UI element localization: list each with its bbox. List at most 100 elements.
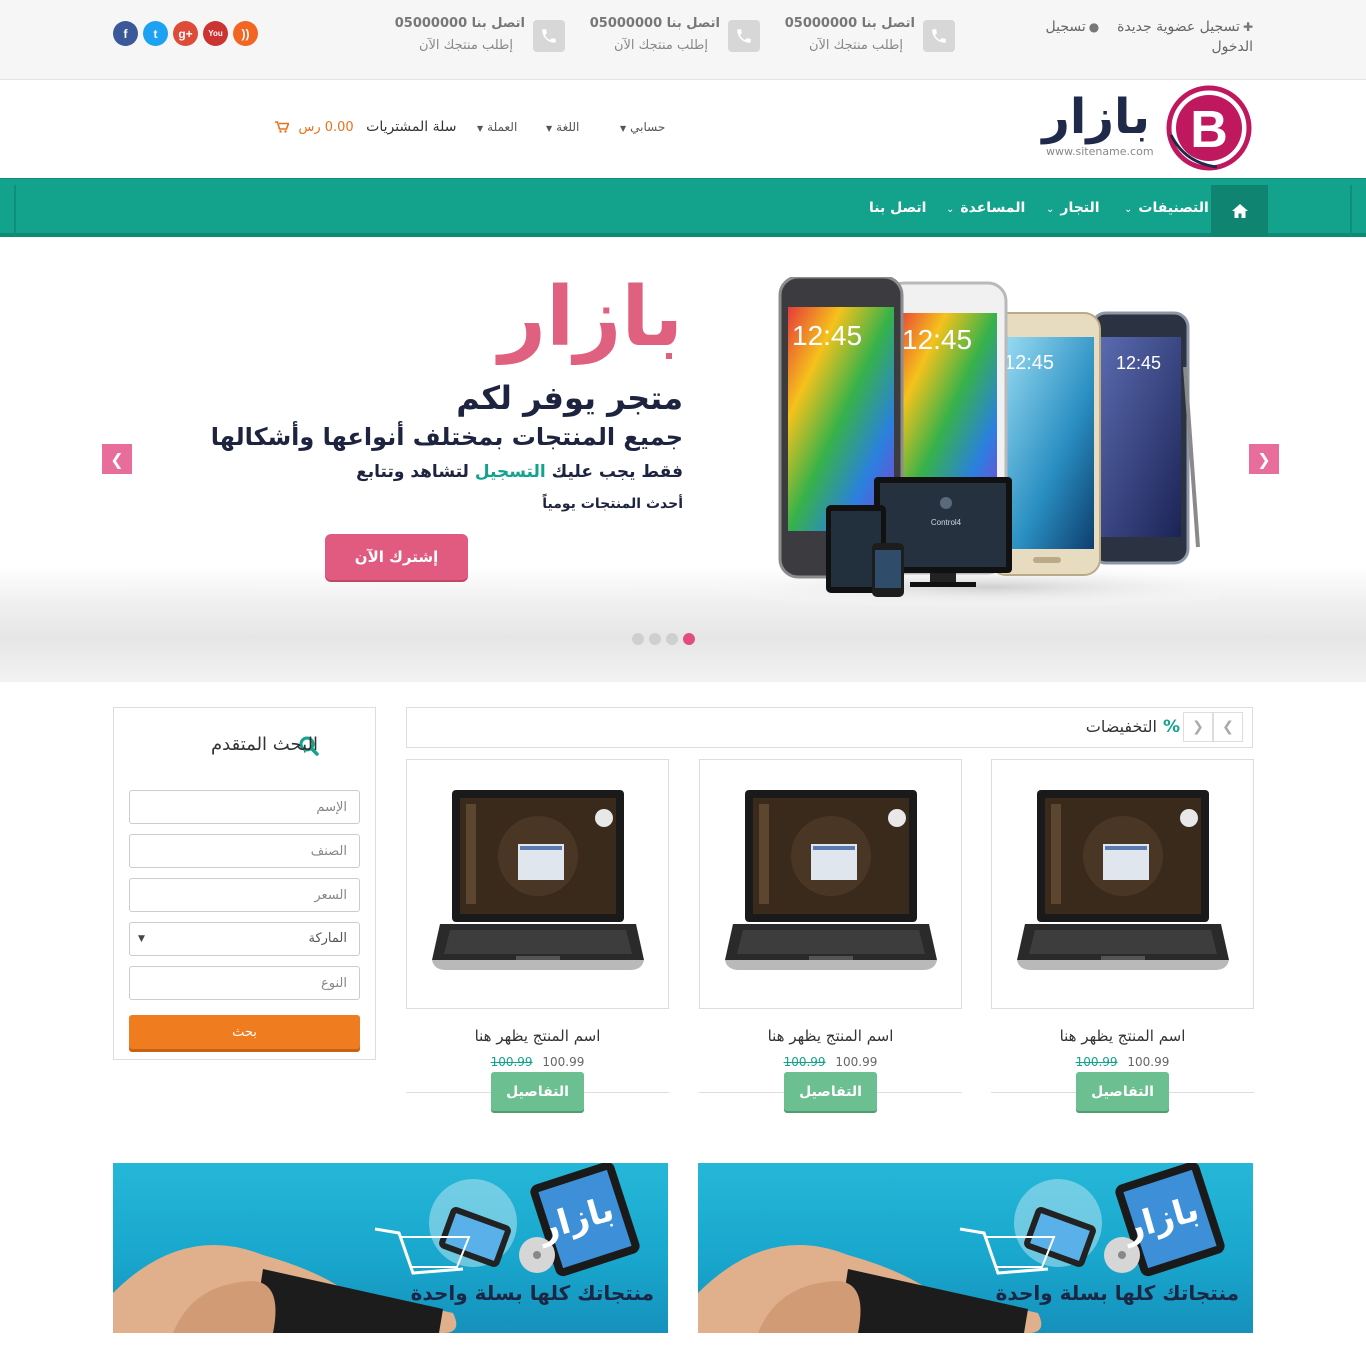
contact-block-2: اتصل بنا 05000000 إطلب منتجك الآن xyxy=(585,16,760,60)
product-price: 100.99 100.99 xyxy=(1075,1055,1170,1069)
name-field[interactable] xyxy=(129,790,360,824)
product-card: اسم المنتج يظهر هنا 100.99 100.99 التفاص… xyxy=(699,759,962,1111)
product-card: اسم المنتج يظهر هنا 100.99 100.99 التفاص… xyxy=(991,759,1254,1111)
devices-illustration: 12:45 12:45 12:45 12:45 Control4 xyxy=(700,277,1220,607)
slider-dot[interactable] xyxy=(683,633,695,645)
device-screen-time: 12:45 xyxy=(1004,352,1054,374)
slider-next-button[interactable]: ❯ xyxy=(1249,444,1279,474)
banner-illustration xyxy=(698,1163,1225,1333)
advanced-search-panel: البحث المتقدم الماركة ▼ بحث xyxy=(113,707,376,1060)
chevron-right-icon: ❯ xyxy=(1257,449,1271,469)
facebook-icon[interactable]: f xyxy=(113,21,138,46)
details-button[interactable]: التفاصيل xyxy=(491,1072,584,1111)
auth-links: ✚تسجيل عضوية جديدة ●تسجيل الدخول xyxy=(1013,17,1253,57)
chevron-right-icon: ❯ xyxy=(1192,719,1204,735)
banner-caption: منتجاتك كلها بسلة واحدة xyxy=(410,1281,654,1305)
logo-icon[interactable]: B xyxy=(1165,85,1253,171)
product-image[interactable] xyxy=(406,759,669,1009)
product-name[interactable]: اسم المنتج يظهر هنا xyxy=(699,1027,962,1045)
add-user-icon: ✚ xyxy=(1242,20,1253,34)
user-icon: ● xyxy=(1088,20,1100,34)
phone-icon xyxy=(728,20,760,52)
product-price: 100.99 100.99 xyxy=(490,1055,585,1069)
caret-down-icon: ▼ xyxy=(477,124,484,133)
type-field[interactable] xyxy=(129,966,360,1000)
product-card: اسم المنتج يظهر هنا 100.99 100.99 التفاص… xyxy=(406,759,669,1111)
product-name[interactable]: اسم المنتج يظهر هنا xyxy=(406,1027,669,1045)
slider-dot[interactable] xyxy=(666,633,678,645)
brand-select[interactable]: الماركة ▼ xyxy=(129,922,360,956)
product-old-price: 100.99 xyxy=(1075,1055,1118,1069)
promo-banner[interactable]: بازار منتجاتك كلها بسلة واحدة xyxy=(698,1163,1253,1333)
card-divider: التفاصيل xyxy=(699,1072,962,1111)
card-divider: التفاصيل xyxy=(991,1072,1254,1111)
home-icon xyxy=(1231,203,1248,218)
laptop-image xyxy=(432,790,644,970)
slider-prev-button[interactable]: ❮ xyxy=(102,444,132,474)
slide-headline: بازار xyxy=(498,270,683,365)
nav-item-categories[interactable]: التصنيفات⌄ xyxy=(1124,200,1209,216)
product-old-price: 100.99 xyxy=(783,1055,826,1069)
nav-home[interactable] xyxy=(1211,185,1268,236)
product-old-price: 100.99 xyxy=(490,1055,533,1069)
details-button[interactable]: التفاصيل xyxy=(784,1072,877,1111)
top-bar: ✚تسجيل عضوية جديدة ●تسجيل الدخول اتصل بن… xyxy=(0,0,1366,80)
cart-link[interactable]: سلة المشتريات 0.00 رس xyxy=(275,119,457,135)
currency-menu[interactable]: العملة▼ xyxy=(477,120,517,134)
percent-icon: % xyxy=(1162,717,1180,737)
carousel-prev-button[interactable]: ❮ xyxy=(1213,712,1243,742)
register-link[interactable]: ✚تسجيل عضوية جديدة xyxy=(1117,19,1253,35)
google-plus-icon[interactable]: g+ xyxy=(173,21,198,46)
subscribe-now-button[interactable]: إشترك الآن xyxy=(325,534,468,580)
twitter-icon[interactable]: t xyxy=(143,21,168,46)
contact-block-1: اتصل بنا 05000000 إطلب منتجك الآن xyxy=(780,16,955,60)
slide-line-2: جميع المنتجات بمختلف أنواعها وأشكالها xyxy=(210,423,683,451)
device-screen-time: 12:45 xyxy=(902,324,972,355)
search-button[interactable]: بحث xyxy=(129,1015,360,1049)
nav-item-help[interactable]: المساعدة⌄ xyxy=(946,200,1025,216)
chevron-left-icon: ❮ xyxy=(1222,719,1234,735)
site-header: B بازار www.sitename.com حسابي▼ اللغة▼ ا… xyxy=(0,81,1366,178)
laptop-image xyxy=(1017,790,1229,970)
banner-caption: منتجاتك كلها بسلة واحدة xyxy=(995,1281,1239,1305)
slide-line-4: أحدث المنتجات يومياً xyxy=(542,496,683,512)
category-field[interactable] xyxy=(129,834,360,868)
price-field[interactable] xyxy=(129,878,360,912)
carousel-next-button[interactable]: ❯ xyxy=(1183,712,1213,742)
caret-down-icon: ▼ xyxy=(138,934,145,944)
youtube-icon[interactable]: You xyxy=(203,21,228,46)
chevron-left-icon: ❮ xyxy=(110,449,124,469)
chevron-down-icon: ⌄ xyxy=(946,204,955,215)
device-screen-time: 12:45 xyxy=(1116,353,1161,373)
banner-illustration xyxy=(113,1163,640,1333)
social-links: f t g+ You)) xyxy=(113,21,258,46)
promo-banner[interactable]: بازار منتجاتك كلها بسلة واحدة xyxy=(113,1163,668,1333)
chevron-down-icon: ⌄ xyxy=(1046,204,1055,215)
slider-dot[interactable] xyxy=(649,633,661,645)
phone-icon xyxy=(923,20,955,52)
tv-brand-label: Control4 xyxy=(931,518,962,527)
account-menu[interactable]: حسابي▼ xyxy=(620,120,665,134)
contact-block-3: اتصل بنا 05000000 إطلب منتجك الآن xyxy=(390,16,565,60)
caret-down-icon: ▼ xyxy=(620,124,627,133)
details-button[interactable]: التفاصيل xyxy=(1076,1072,1169,1111)
svg-text:B: B xyxy=(1190,101,1228,159)
cart-icon xyxy=(275,119,290,135)
main-nav: التصنيفات⌄ التجار⌄ المساعدة⌄ اتصل بنا xyxy=(0,178,1366,238)
advanced-search-title: البحث المتقدم xyxy=(211,734,318,755)
rss-icon[interactable]: )) xyxy=(233,21,258,46)
section-title: التخفيضات xyxy=(1085,717,1157,736)
discounts-header: التخفيضات % ❮ ❯ xyxy=(406,707,1253,748)
product-image[interactable] xyxy=(699,759,962,1009)
slider-dots xyxy=(632,633,695,645)
laptop-image xyxy=(725,790,937,970)
device-screen-time: 12:45 xyxy=(792,320,862,351)
nav-item-contact[interactable]: اتصل بنا xyxy=(869,200,926,216)
product-name[interactable]: اسم المنتج يظهر هنا xyxy=(991,1027,1254,1045)
slider-dot[interactable] xyxy=(632,633,644,645)
product-image[interactable] xyxy=(991,759,1254,1009)
language-menu[interactable]: اللغة▼ xyxy=(546,120,579,134)
logo-text[interactable]: بازار xyxy=(1042,89,1150,145)
nav-item-merchants[interactable]: التجار⌄ xyxy=(1046,200,1100,216)
phone-icon xyxy=(533,20,565,52)
